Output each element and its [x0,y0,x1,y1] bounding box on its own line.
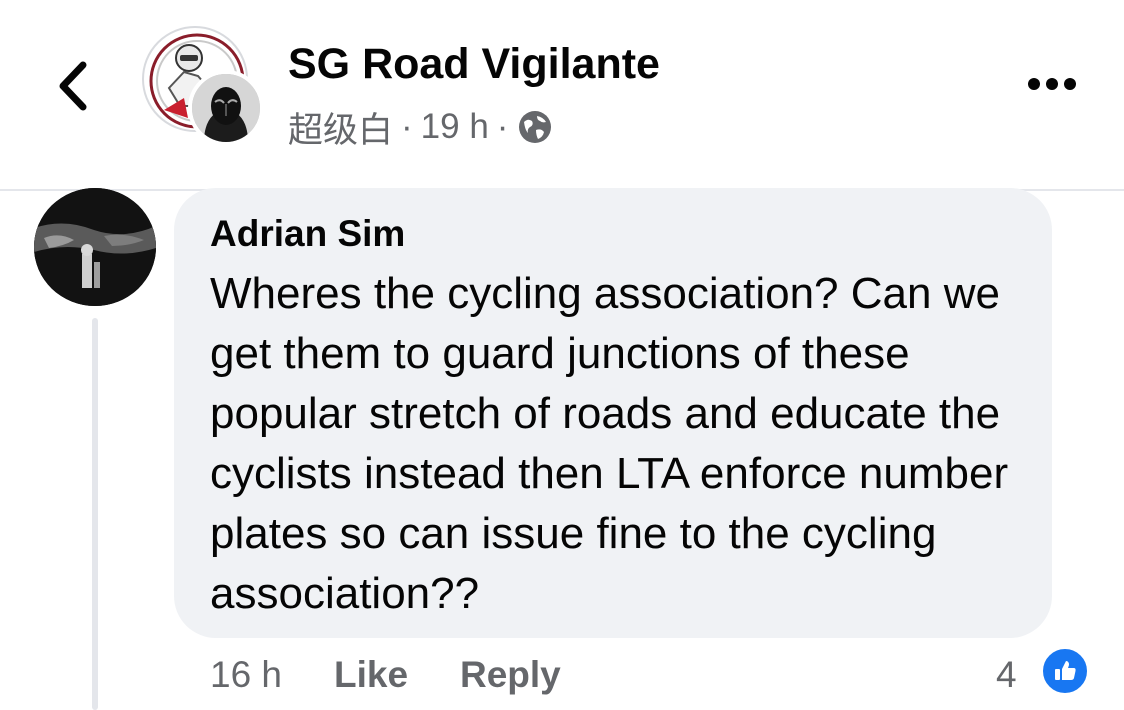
mask-avatar-image [192,74,260,142]
post-meta: 超级白 · 19 h · [288,104,554,150]
more-horizontal-icon [1028,78,1040,90]
globe-icon [519,111,552,143]
reply-button[interactable]: Reply [460,654,561,696]
comment-author[interactable]: Adrian Sim [210,212,1022,256]
comment-actions: 16 h Like Reply [210,652,561,698]
meta-separator: · [496,107,509,146]
more-dot [1046,78,1058,90]
like-button[interactable]: Like [334,654,460,696]
poster-name[interactable]: 超级白 [288,102,393,153]
commenter-photo [34,188,156,306]
comment-bubble[interactable]: Adrian Sim Wheres the cycling associatio… [174,188,1052,638]
comment-text: Wheres the cycling association? Can we g… [210,269,1009,618]
thread-line [92,318,98,710]
thumbs-up-icon[interactable] [1040,646,1090,696]
thumbs-up-glyph [1055,661,1076,680]
post-time[interactable]: 19 h [421,107,489,147]
poster-avatar[interactable] [188,70,264,146]
chevron-left-icon [59,61,87,111]
commenter-avatar[interactable] [34,188,156,306]
more-dot [1064,78,1076,90]
more-options-button[interactable] [1020,62,1084,106]
reaction-count[interactable]: 4 [996,652,1017,698]
group-name[interactable]: SG Road Vigilante [288,40,660,89]
meta-separator: · [401,107,413,146]
comment-time[interactable]: 16 h [210,654,334,696]
back-button[interactable] [40,52,104,120]
post-header: SG Road Vigilante 超级白 · 19 h · [0,0,1124,190]
